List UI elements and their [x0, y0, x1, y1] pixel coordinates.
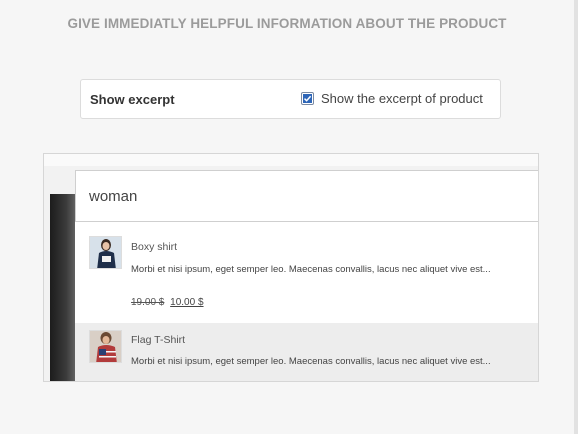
- section-heading: GIVE IMMEDIATLY HELPFUL INFORMATION ABOU…: [67, 16, 507, 31]
- background-image-strip: [50, 194, 77, 381]
- product-thumbnail: [89, 236, 122, 269]
- product-thumbnail: [89, 330, 122, 363]
- search-results-dropdown: Boxy shirt Morbi et nisi ipsum, eget sem…: [75, 222, 538, 381]
- excerpt-settings-panel: Show excerpt Show the excerpt of product: [80, 79, 501, 119]
- show-excerpt-label: Show excerpt: [90, 92, 175, 107]
- preview-top-bar: [44, 154, 538, 166]
- result-description: Morbi et nisi ipsum, eget semper leo. Ma…: [131, 356, 491, 367]
- old-price: 19.00 $: [131, 297, 165, 308]
- result-item[interactable]: Flag T-Shirt Morbi et nisi ipsum, eget s…: [75, 323, 538, 381]
- search-demo-preview: woman Boxy shirt Morbi et nisi ipsum, eg…: [43, 153, 539, 382]
- result-item[interactable]: Boxy shirt Morbi et nisi ipsum, eget sem…: [75, 222, 538, 323]
- show-excerpt-checkbox[interactable]: [301, 92, 314, 105]
- result-title: Boxy shirt: [131, 241, 178, 253]
- page-scrollbar-edge: [574, 0, 578, 434]
- search-input[interactable]: woman: [75, 170, 538, 222]
- show-excerpt-option-label: Show the excerpt of product: [321, 91, 483, 106]
- search-input-value: woman: [89, 188, 138, 205]
- show-excerpt-option[interactable]: Show the excerpt of product: [301, 91, 483, 106]
- result-title: Flag T-Shirt: [131, 334, 186, 346]
- result-description: Morbi et nisi ipsum, eget semper leo. Ma…: [131, 264, 491, 275]
- result-price: 19.00 $ 10.00 $: [131, 297, 204, 308]
- checkmark-icon: [303, 94, 312, 103]
- sale-price: 10.00 $: [170, 297, 204, 308]
- page: GIVE IMMEDIATLY HELPFUL INFORMATION ABOU…: [0, 0, 574, 434]
